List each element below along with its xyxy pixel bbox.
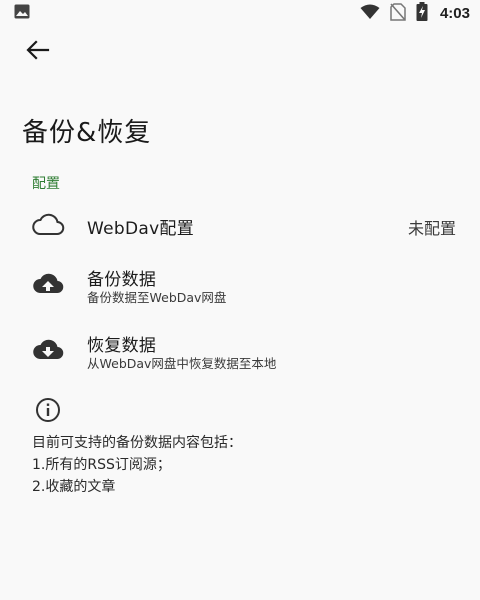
info-line: 1.所有的RSS订阅源； bbox=[32, 457, 171, 473]
status-right: 4:03 bbox=[360, 2, 470, 25]
arrow-back-icon bbox=[26, 40, 50, 64]
section-header-config: 配置 bbox=[32, 176, 60, 192]
wifi-icon bbox=[360, 4, 380, 24]
image-icon bbox=[14, 4, 30, 23]
webdav-config-title: WebDav配置 bbox=[87, 219, 195, 239]
webdav-config-item[interactable]: WebDav配置 未配置 bbox=[0, 208, 480, 244]
cloud-upload-icon bbox=[30, 268, 66, 298]
cloud-icon bbox=[30, 210, 66, 240]
backup-data-item[interactable]: 备份数据 备份数据至WebDav网盘 bbox=[0, 262, 480, 308]
clock: 4:03 bbox=[439, 5, 470, 22]
back-button[interactable] bbox=[22, 38, 54, 66]
status-bar: 4:03 bbox=[0, 0, 480, 24]
restore-data-summary: 从WebDav网盘中恢复数据至本地 bbox=[87, 356, 277, 371]
info-line: 目前可支持的备份数据内容包括： bbox=[32, 435, 242, 451]
info-text: 目前可支持的备份数据内容包括： 1.所有的RSS订阅源； 2.收藏的文章 bbox=[32, 432, 242, 498]
info-line: 2.收藏的文章 bbox=[32, 479, 116, 495]
battery-charging-icon bbox=[416, 2, 428, 25]
backup-data-summary: 备份数据至WebDav网盘 bbox=[87, 290, 227, 305]
page-title: 备份&恢复 bbox=[22, 118, 152, 148]
webdav-config-status: 未配置 bbox=[407, 219, 456, 238]
restore-data-item[interactable]: 恢复数据 从WebDav网盘中恢复数据至本地 bbox=[0, 328, 480, 374]
info-icon bbox=[34, 396, 62, 424]
cloud-download-icon bbox=[30, 334, 66, 364]
status-left bbox=[14, 4, 30, 23]
no-sim-icon bbox=[390, 2, 406, 25]
